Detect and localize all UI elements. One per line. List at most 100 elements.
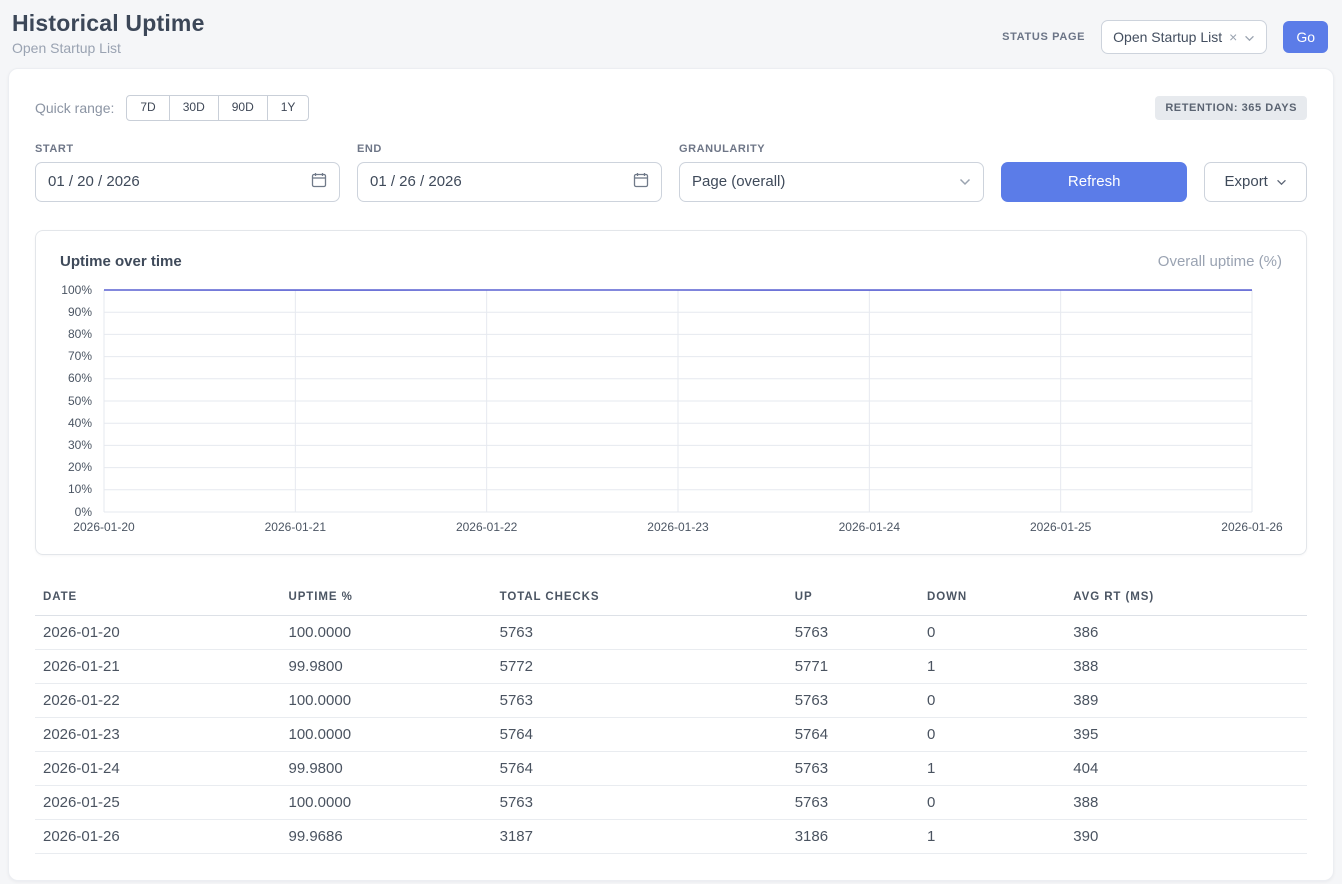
chart-canvas [104, 290, 1252, 512]
table-cell: 0 [919, 683, 1065, 717]
table-row: 2026-01-20100.0000576357630386 [35, 615, 1307, 649]
status-page-value: Open Startup List [1113, 29, 1222, 45]
table-cell: 5763 [492, 683, 787, 717]
uptime-chart-card: Uptime over time Overall uptime (%) 0% 10… [35, 230, 1307, 555]
table-cell: 99.9800 [280, 751, 491, 785]
chart-y-axis: 0%10%20%30%40%50%60%70%80%90%100% [60, 290, 104, 512]
table-row: 2026-01-2499.9800576457631404 [35, 751, 1307, 785]
table-cell: 99.9686 [280, 819, 491, 853]
table-cell: 5763 [492, 615, 787, 649]
filter-form-row: START 01 / 20 / 2026 END 01 / 26 / 2026 [35, 143, 1307, 202]
table-cell: 3187 [492, 819, 787, 853]
y-axis-label: 70% [68, 349, 92, 363]
x-axis-label: 2026-01-23 [647, 520, 708, 534]
table-cell: 390 [1065, 819, 1307, 853]
granularity-select[interactable]: Page (overall) [679, 162, 984, 202]
table-cell: 100.0000 [280, 717, 491, 751]
table-cell: 5763 [787, 751, 919, 785]
table-cell: 99.9800 [280, 649, 491, 683]
granularity-field: GRANULARITY Page (overall) [679, 143, 984, 202]
table-cell: 386 [1065, 615, 1307, 649]
table-cell: 2026-01-25 [35, 785, 280, 819]
table-cell: 2026-01-23 [35, 717, 280, 751]
uptime-table: DATEUPTIME %TOTAL CHECKSUPDOWNAVG RT (MS… [35, 581, 1307, 854]
x-axis-label: 2026-01-24 [839, 520, 900, 534]
quick-range-30d-button[interactable]: 30D [169, 95, 219, 121]
go-button[interactable]: Go [1283, 21, 1328, 53]
quick-range-row: Quick range: 7D30D90D1Y RETENTION: 365 D… [35, 95, 1307, 121]
page-header: Historical Uptime Open Startup List STAT… [0, 0, 1342, 64]
start-date-field: START 01 / 20 / 2026 [35, 143, 340, 202]
end-date-field: END 01 / 26 / 2026 [357, 143, 662, 202]
status-page-controls: STATUS PAGE Open Startup List × Go [1002, 20, 1328, 54]
chart-header: Uptime over time Overall uptime (%) [60, 253, 1282, 270]
calendar-icon[interactable] [633, 172, 649, 192]
chart-x-axis: 2026-01-202026-01-212026-01-222026-01-23… [104, 520, 1252, 538]
x-axis-label: 2026-01-20 [73, 520, 134, 534]
quick-range-1y-button[interactable]: 1Y [267, 95, 310, 121]
table-cell: 2026-01-26 [35, 819, 280, 853]
granularity-value: Page (overall) [692, 173, 785, 190]
table-cell: 5764 [492, 751, 787, 785]
y-axis-label: 30% [68, 438, 92, 452]
chart-plot-area [104, 290, 1252, 512]
end-date-value: 01 / 26 / 2026 [370, 173, 462, 190]
table-cell: 5763 [492, 785, 787, 819]
y-axis-label: 50% [68, 394, 92, 408]
table-cell: 5763 [787, 683, 919, 717]
table-cell: 1 [919, 819, 1065, 853]
table-cell: 0 [919, 717, 1065, 751]
start-date-input[interactable]: 01 / 20 / 2026 [35, 162, 340, 202]
table-cell: 2026-01-21 [35, 649, 280, 683]
calendar-icon[interactable] [311, 172, 327, 192]
table-cell: 1 [919, 751, 1065, 785]
chart-x-axis-row: 2026-01-20 2026-01-21 2026-01-22 2026-01-23… [60, 520, 1282, 538]
table-cell: 2026-01-22 [35, 683, 280, 717]
start-date-value: 01 / 20 / 2026 [48, 173, 140, 190]
table-cell: 100.0000 [280, 615, 491, 649]
x-axis-label: 2026-01-21 [265, 520, 326, 534]
y-axis-label: 60% [68, 371, 92, 385]
quick-range-7d-button[interactable]: 7D [126, 95, 169, 121]
x-axis-label: 2026-01-26 [1221, 520, 1282, 534]
export-button[interactable]: Export [1204, 162, 1307, 202]
table-row: 2026-01-2199.9800577257711388 [35, 649, 1307, 683]
table-row: 2026-01-22100.0000576357630389 [35, 683, 1307, 717]
table-head: DATEUPTIME %TOTAL CHECKSUPDOWNAVG RT (MS… [35, 581, 1307, 616]
chevron-down-icon [959, 173, 971, 190]
table-cell: 100.0000 [280, 785, 491, 819]
table-cell: 2026-01-20 [35, 615, 280, 649]
page-title: Historical Uptime [12, 10, 205, 37]
table-cell: 389 [1065, 683, 1307, 717]
table-cell: 0 [919, 785, 1065, 819]
status-page-select[interactable]: Open Startup List × [1101, 20, 1267, 54]
table-header-cell: DATE [35, 581, 280, 616]
historical-uptime-page: Historical Uptime Open Startup List STAT… [0, 0, 1342, 884]
table-cell: 5772 [492, 649, 787, 683]
main-panel: Quick range: 7D30D90D1Y RETENTION: 365 D… [8, 68, 1334, 881]
table-header-cell: DOWN [919, 581, 1065, 616]
start-date-label: START [35, 143, 340, 155]
x-axis-label: 2026-01-22 [456, 520, 517, 534]
table-cell: 5763 [787, 785, 919, 819]
quick-range-90d-button[interactable]: 90D [218, 95, 268, 121]
table-cell: 2026-01-24 [35, 751, 280, 785]
quick-range-label: Quick range: [35, 100, 114, 116]
chart-legend: Overall uptime (%) [1158, 253, 1282, 270]
chevron-down-icon [1276, 173, 1287, 190]
refresh-button[interactable]: Refresh [1001, 162, 1187, 202]
table-row: 2026-01-23100.0000576457640395 [35, 717, 1307, 751]
table-cell: 395 [1065, 717, 1307, 751]
y-axis-label: 10% [68, 482, 92, 496]
retention-badge: RETENTION: 365 DAYS [1155, 96, 1307, 120]
table-cell: 404 [1065, 751, 1307, 785]
granularity-label: GRANULARITY [679, 143, 984, 155]
table-cell: 388 [1065, 785, 1307, 819]
y-axis-label: 0% [75, 505, 92, 519]
table-cell: 5763 [787, 615, 919, 649]
end-date-input[interactable]: 01 / 26 / 2026 [357, 162, 662, 202]
table-cell: 100.0000 [280, 683, 491, 717]
clear-selection-icon[interactable]: × [1229, 30, 1237, 44]
table-header-row: DATEUPTIME %TOTAL CHECKSUPDOWNAVG RT (MS… [35, 581, 1307, 616]
table-cell: 388 [1065, 649, 1307, 683]
